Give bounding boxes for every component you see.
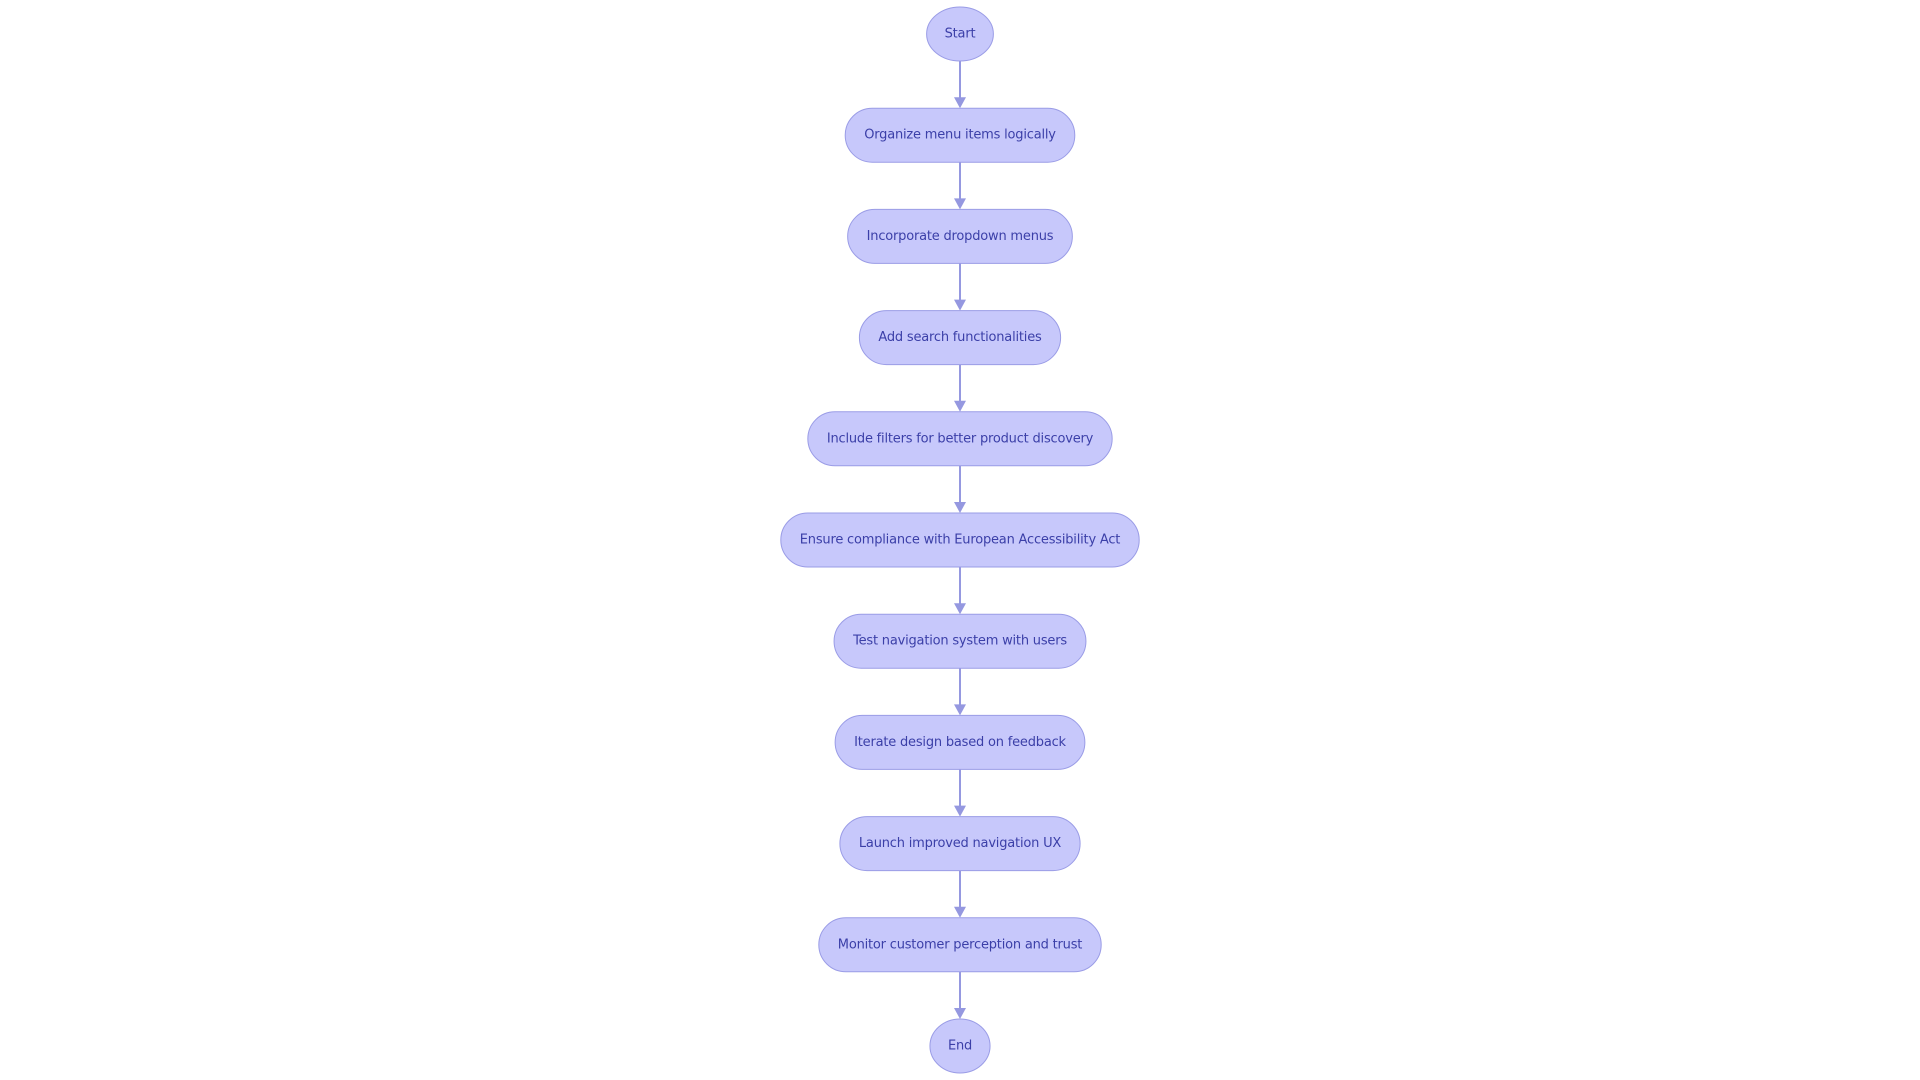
edge-n9-to-end [954,971,966,1019]
node-label: Ensure compliance with European Accessib… [800,533,1120,548]
node-label: Incorporate dropdown menus [867,229,1054,244]
node-label: Monitor customer perception and trust [838,937,1082,952]
edge-n1-to-n2 [954,162,966,210]
arrowhead-icon [954,198,966,210]
node-n2: Incorporate dropdown menus [847,208,1073,264]
edge-n3-to-n4 [954,364,966,412]
arrowhead-icon [954,299,966,311]
node-label: Include filters for better product disco… [827,431,1094,446]
node-n4: Include filters for better product disco… [807,411,1113,467]
node-start: Start [926,6,994,62]
node-n6: Test navigation system with users [833,613,1087,669]
edge-n2-to-n3 [954,263,966,311]
node-end: End [929,1018,991,1074]
node-n3: Add search functionalities [858,310,1062,366]
node-label: Test navigation system with users [852,634,1067,649]
node-label: Add search functionalities [878,330,1042,345]
node-n5: Ensure compliance with European Accessib… [780,512,1140,568]
arrowhead-icon [954,906,966,918]
edge-n4-to-n5 [954,465,966,513]
node-n9: Monitor customer perception and trust [818,917,1102,973]
node-label: Organize menu items logically [864,128,1056,143]
arrowhead-icon [954,97,966,109]
arrowhead-icon [954,805,966,817]
node-n1: Organize menu items logically [844,107,1076,163]
node-label: Launch improved navigation UX [859,836,1062,851]
node-n8: Launch improved navigation UX [839,816,1081,872]
node-label: Start [945,27,976,42]
node-label: Iterate design based on feedback [854,735,1066,750]
arrowhead-icon [954,704,966,716]
edge-n5-to-n6 [954,567,966,615]
edge-n7-to-n8 [954,769,966,817]
node-n7: Iterate design based on feedback [834,714,1086,770]
edge-n6-to-n7 [954,668,966,716]
arrowhead-icon [954,1008,966,1019]
arrowhead-icon [954,400,966,412]
edge-start-to-n1 [954,61,966,109]
arrowhead-icon [954,502,966,513]
edge-n8-to-n9 [954,870,966,918]
flowchart: Start Organize menu items logically Incorp… [780,6,1140,1074]
arrowhead-icon [954,603,966,615]
node-label: End [948,1039,972,1054]
